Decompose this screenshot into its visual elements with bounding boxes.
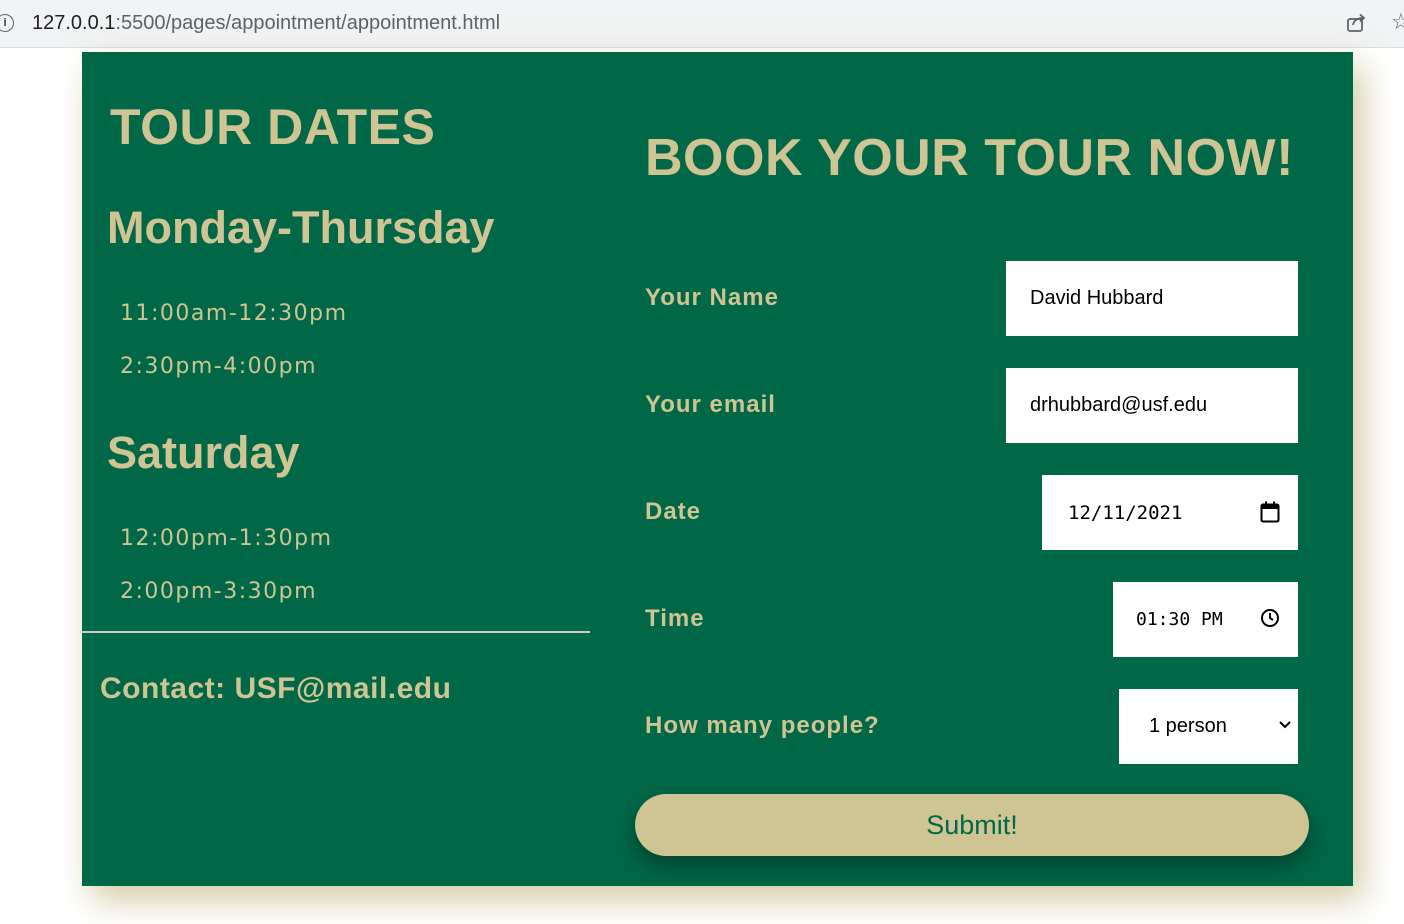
- calendar-icon[interactable]: [1260, 501, 1280, 523]
- clock-icon[interactable]: [1260, 608, 1280, 628]
- url-path: :5500/pages/appointment/appointment.html: [115, 12, 501, 34]
- email-input[interactable]: drhubbard@usf.edu: [1006, 368, 1298, 443]
- date-label: Date: [645, 498, 702, 525]
- share-icon[interactable]: [1345, 12, 1367, 34]
- address-bar[interactable]: i 127.0.0.1:5500/pages/appointment/appoi…: [0, 0, 1404, 48]
- url-host: 127.0.0.1: [32, 12, 116, 34]
- time-slot: 11:00am-12:30pm: [120, 301, 348, 326]
- name-label: Your Name: [645, 284, 779, 311]
- time-input[interactable]: 01:30 PM: [1113, 582, 1298, 657]
- divider: [82, 631, 590, 633]
- time-label: Time: [645, 605, 705, 632]
- chevron-down-icon: [1279, 721, 1291, 729]
- time-slot: 2:00pm-3:30pm: [120, 579, 318, 604]
- date-value: 12/11/2021: [1068, 501, 1183, 524]
- bookmark-star-icon[interactable]: ☆: [1391, 10, 1404, 35]
- day-heading: Saturday: [107, 427, 300, 478]
- site-info-icon[interactable]: i: [0, 14, 14, 32]
- date-input[interactable]: 12/11/2021: [1042, 475, 1298, 550]
- people-select[interactable]: 1 person: [1119, 689, 1298, 764]
- url-text[interactable]: 127.0.0.1:5500/pages/appointment/appoint…: [32, 12, 500, 35]
- people-label: How many people?: [645, 712, 880, 739]
- booking-title: BOOK YOUR TOUR NOW!: [645, 129, 1294, 187]
- day-heading: Monday-Thursday: [107, 202, 495, 253]
- tour-dates-panel: TOUR DATES Monday-Thursday 11:00am-12:30…: [82, 52, 590, 886]
- tour-card: TOUR DATES Monday-Thursday 11:00am-12:30…: [82, 52, 1353, 886]
- submit-button[interactable]: Submit!: [635, 794, 1309, 856]
- email-value: drhubbard@usf.edu: [1030, 394, 1208, 416]
- contact-info: Contact: USF@mail.edu: [100, 672, 452, 705]
- time-slot: 2:30pm-4:00pm: [120, 354, 318, 379]
- time-value: 01:30 PM: [1136, 609, 1223, 630]
- people-value: 1 person: [1149, 715, 1227, 737]
- name-value: David Hubbard: [1030, 287, 1164, 309]
- name-input[interactable]: David Hubbard: [1006, 261, 1298, 336]
- time-slot: 12:00pm-1:30pm: [120, 526, 333, 551]
- tour-dates-title: TOUR DATES: [110, 99, 436, 155]
- email-label: Your email: [645, 391, 776, 418]
